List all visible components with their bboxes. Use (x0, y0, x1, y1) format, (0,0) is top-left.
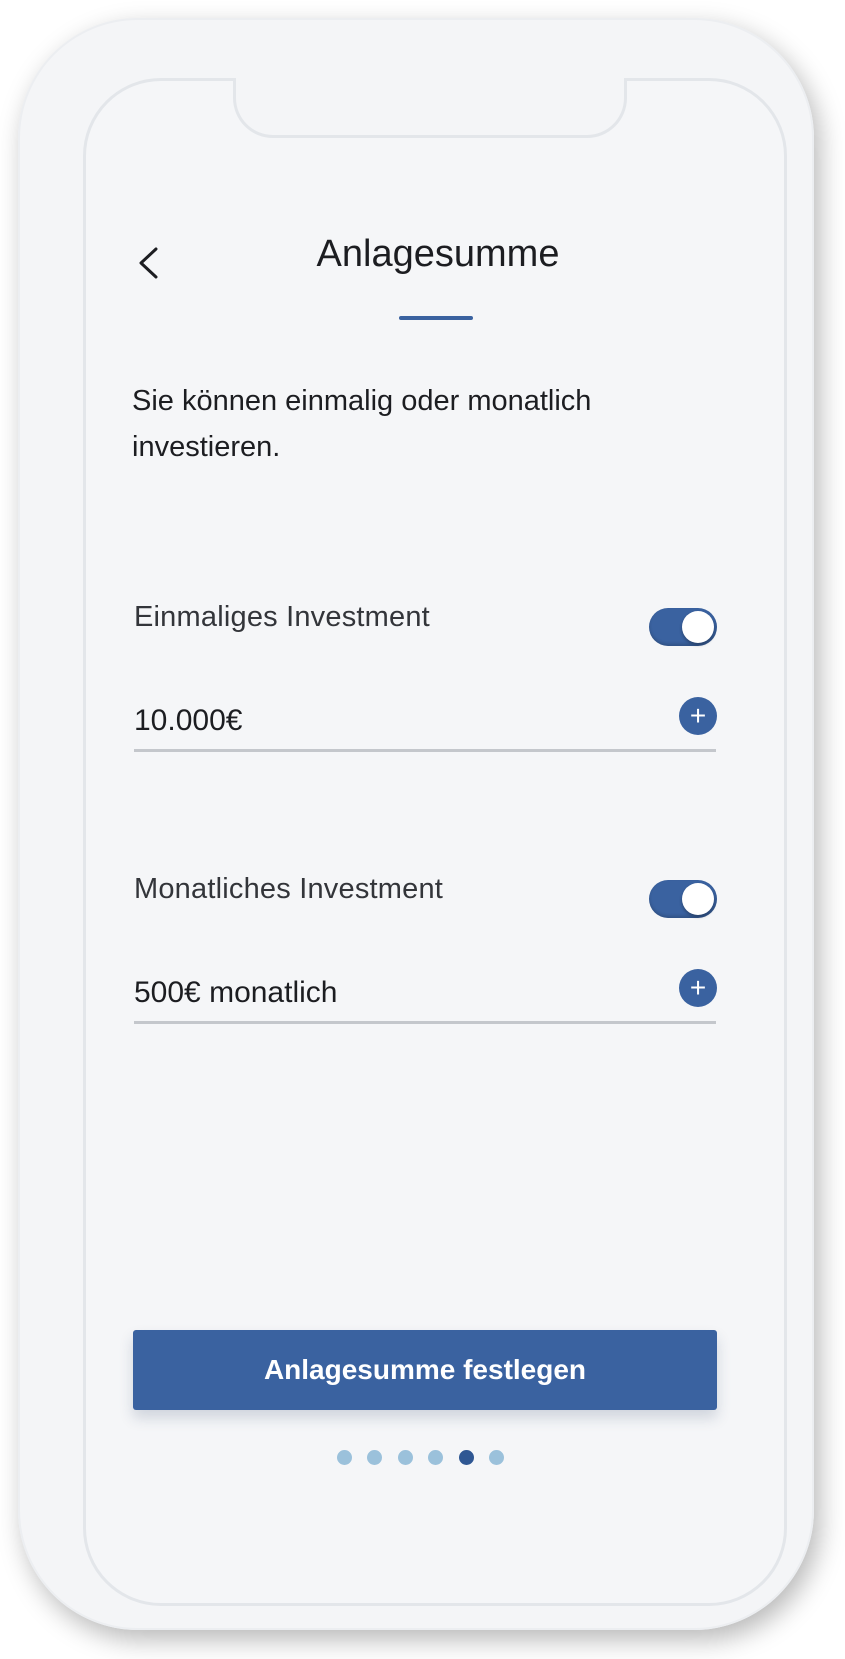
title-underline (399, 316, 473, 320)
set-amount-button[interactable]: Anlagesumme festlegen (133, 1330, 717, 1410)
toggle-knob (682, 611, 714, 643)
monthly-investment-label: Monatliches Investment (134, 873, 444, 905)
one-time-amount-value: 10.000€ (134, 704, 243, 737)
app-screen: Anlagesumme Sie können einmalig oder mon… (83, 77, 790, 1606)
page-dot[interactable] (489, 1450, 504, 1465)
one-time-amount-field[interactable]: 10.000€ + (134, 697, 717, 752)
monthly-investment-toggle[interactable] (649, 880, 717, 918)
one-time-investment-label: Einmaliges Investment (134, 601, 430, 633)
page-indicator (86, 1450, 790, 1466)
monthly-amount-field[interactable]: 500€ monatlich + (134, 969, 717, 1024)
phone-frame: Anlagesumme Sie können einmalig oder mon… (18, 18, 814, 1630)
one-time-investment-toggle[interactable] (649, 608, 717, 646)
page-dot[interactable] (367, 1450, 383, 1465)
page-dot[interactable] (337, 1450, 352, 1465)
page-title: Anlagesumme (316, 233, 560, 275)
phone-notch (233, 78, 627, 138)
page-dot-active[interactable] (458, 1450, 474, 1465)
page-dot[interactable] (428, 1450, 444, 1465)
plus-icon: + (689, 972, 707, 1003)
toggle-knob (682, 883, 714, 915)
one-time-add-button[interactable]: + (679, 697, 717, 735)
intro-text: Sie können einmalig oder monatlich inves… (132, 385, 592, 463)
monthly-amount-value: 500€ monatlich (134, 976, 338, 1009)
plus-icon: + (689, 700, 707, 731)
page-dot[interactable] (397, 1450, 413, 1465)
monthly-add-button[interactable]: + (679, 969, 717, 1007)
